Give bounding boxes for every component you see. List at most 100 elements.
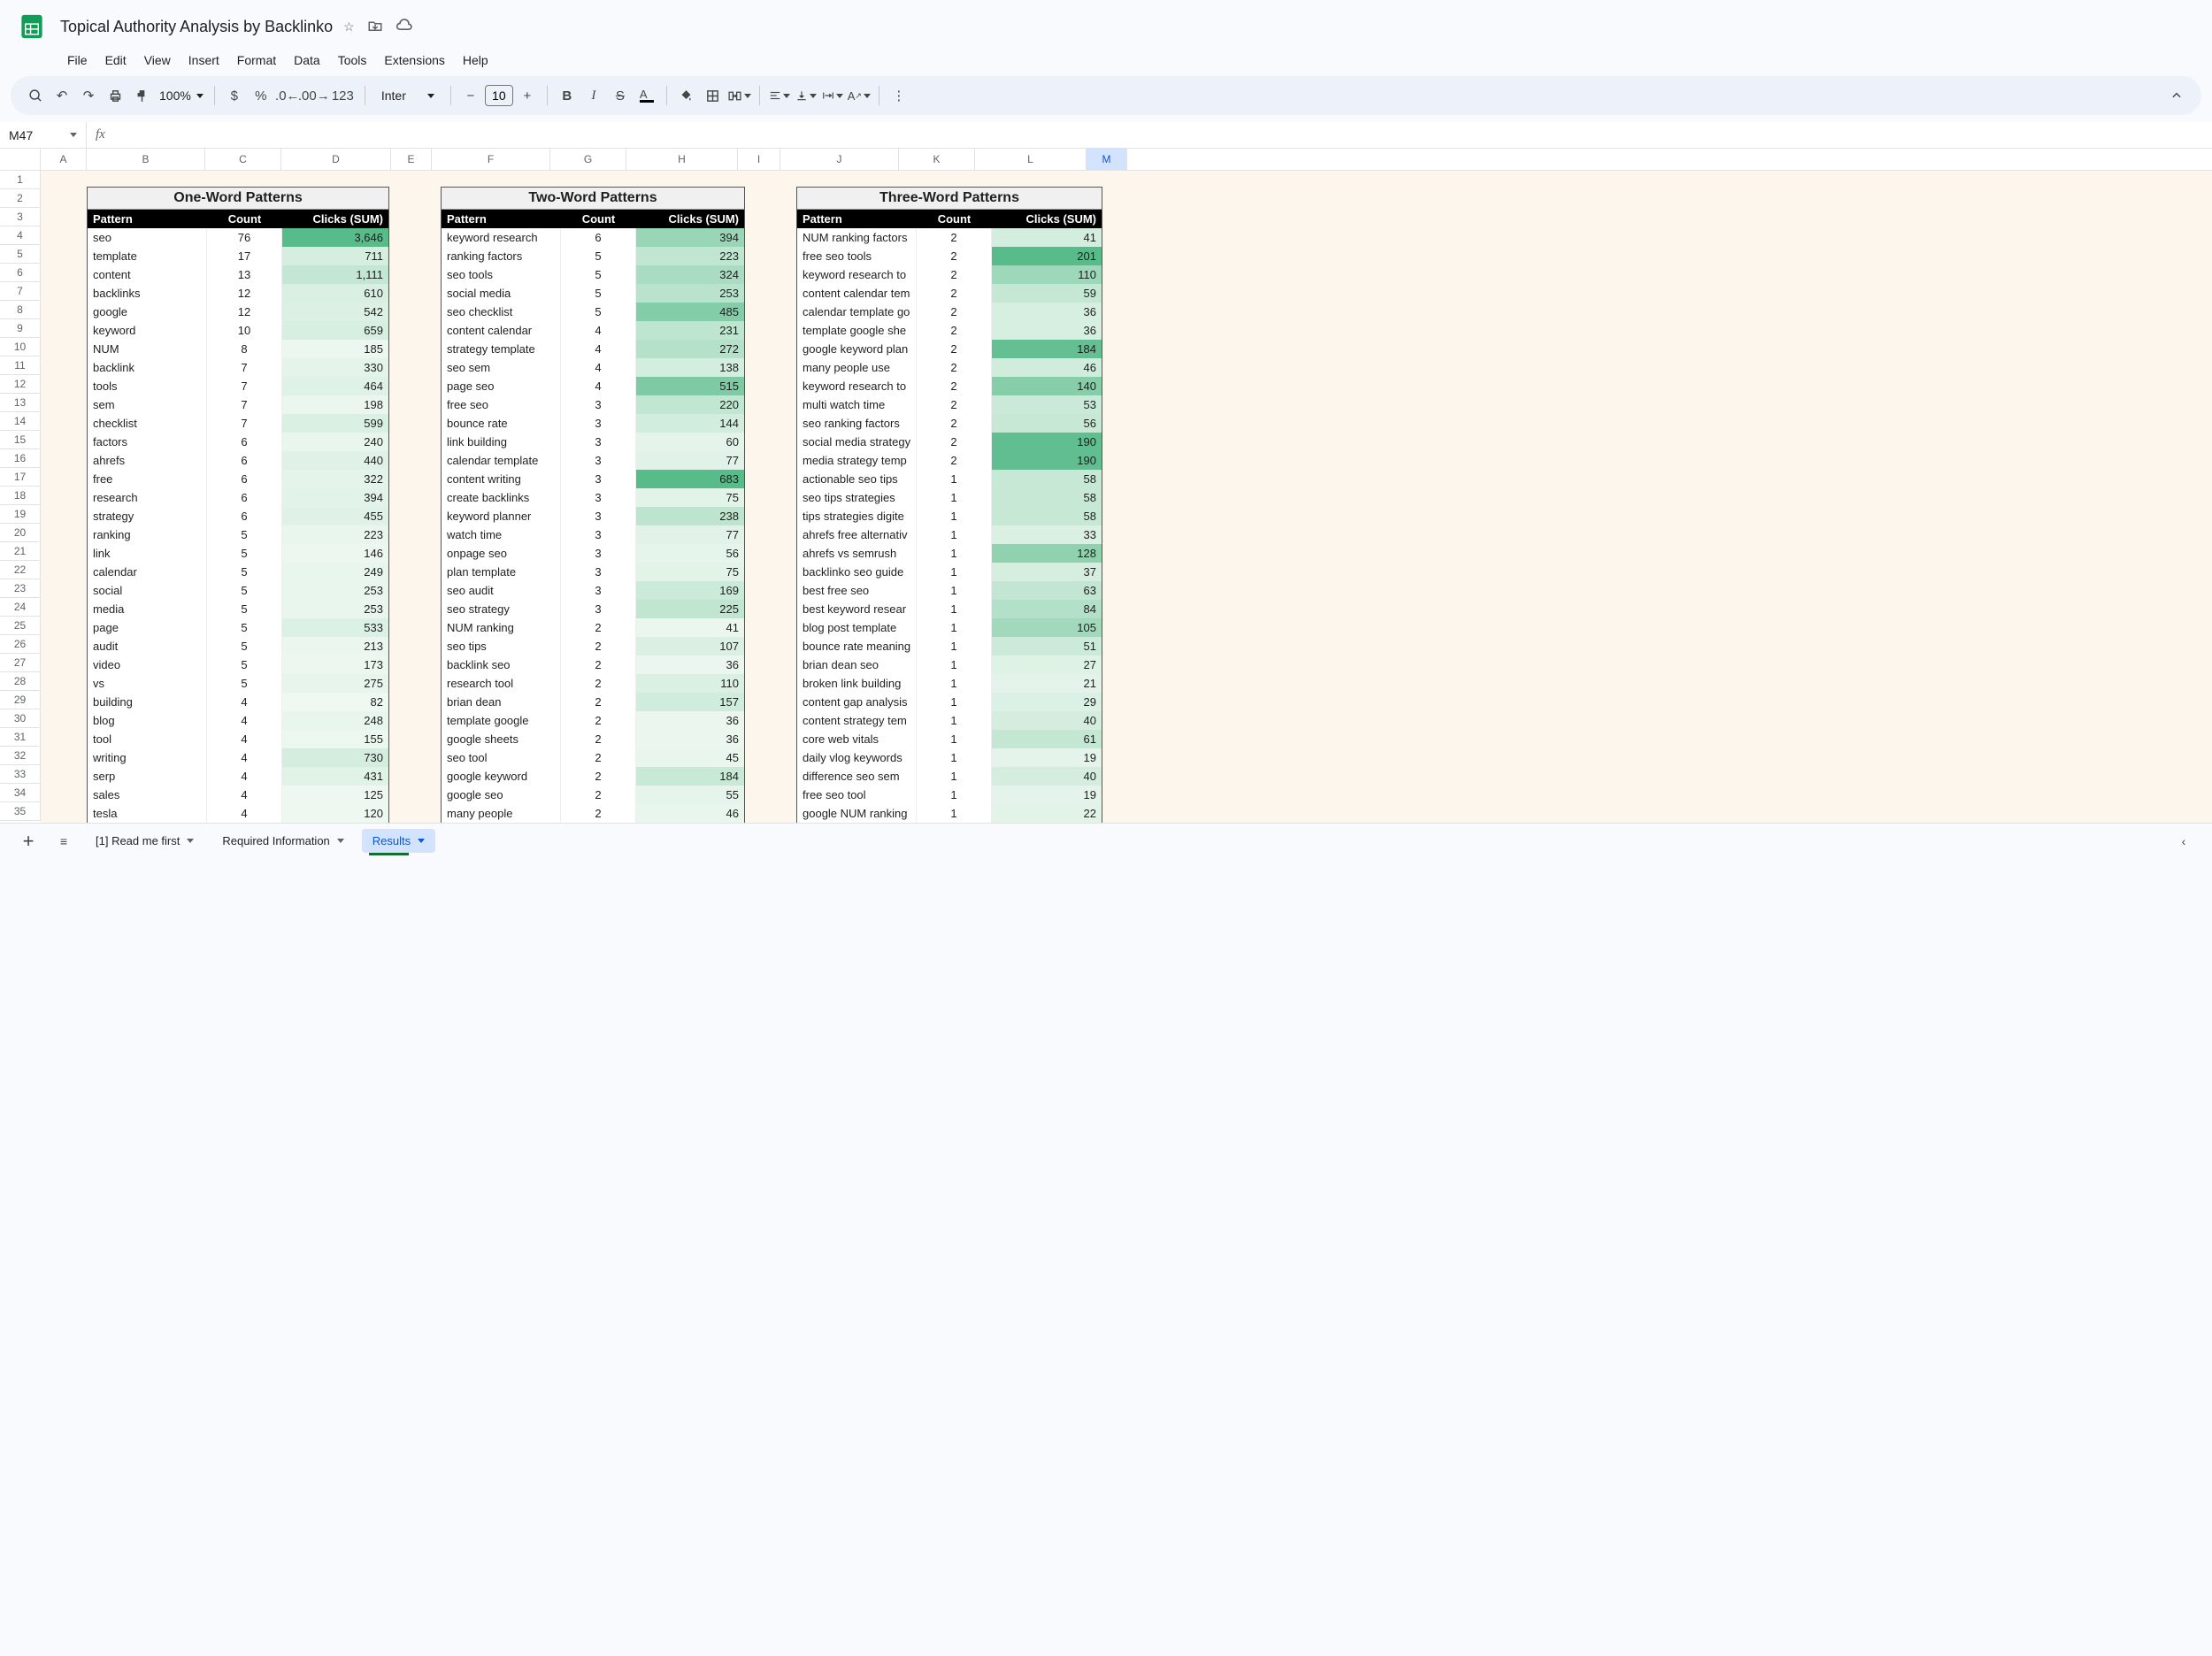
table-row[interactable]: seo763,646 (88, 228, 388, 247)
table-row[interactable]: backlinks12610 (88, 284, 388, 303)
table-row[interactable]: tesla4120 (88, 804, 388, 823)
row-header-31[interactable]: 31 (0, 728, 41, 747)
table-row[interactable]: plan template375 (442, 563, 744, 581)
print-icon[interactable] (103, 83, 127, 108)
col-header-G[interactable]: G (550, 149, 626, 170)
row-header-8[interactable]: 8 (0, 301, 41, 319)
table-row[interactable]: many people use246 (797, 358, 1102, 377)
menu-extensions[interactable]: Extensions (377, 50, 451, 71)
table-row[interactable]: strategy6455 (88, 507, 388, 525)
row-header-12[interactable]: 12 (0, 375, 41, 394)
row-header-13[interactable]: 13 (0, 394, 41, 412)
sheet-tab[interactable]: Results (362, 829, 435, 853)
row-header-11[interactable]: 11 (0, 356, 41, 375)
col-header-I[interactable]: I (738, 149, 780, 170)
row-header-30[interactable]: 30 (0, 709, 41, 728)
table-row[interactable]: page seo4515 (442, 377, 744, 395)
font-select[interactable]: Inter (373, 88, 443, 103)
table-row[interactable]: seo ranking factors256 (797, 414, 1102, 433)
table-row[interactable]: research6394 (88, 488, 388, 507)
table-row[interactable]: tips strategies digite158 (797, 507, 1102, 525)
table-row[interactable]: writing4730 (88, 748, 388, 767)
table-row[interactable]: NUM ranking241 (442, 618, 744, 637)
table-row[interactable]: research tool2110 (442, 674, 744, 693)
table-row[interactable]: ranking5223 (88, 525, 388, 544)
col-header-J[interactable]: J (780, 149, 899, 170)
table-row[interactable]: backlinko seo guide137 (797, 563, 1102, 581)
table-row[interactable]: calendar5249 (88, 563, 388, 581)
all-sheets-icon[interactable]: ≡ (50, 827, 78, 855)
col-header-L[interactable]: L (975, 149, 1087, 170)
table-row[interactable]: content calendar tem259 (797, 284, 1102, 303)
menu-file[interactable]: File (60, 50, 95, 71)
table-row[interactable]: seo audit3169 (442, 581, 744, 600)
table-row[interactable]: template google236 (442, 711, 744, 730)
row-header-3[interactable]: 3 (0, 208, 41, 226)
row-header-23[interactable]: 23 (0, 579, 41, 598)
table-row[interactable]: vs5275 (88, 674, 388, 693)
table-row[interactable]: bounce rate meaning151 (797, 637, 1102, 656)
table-row[interactable]: calendar template377 (442, 451, 744, 470)
table-row[interactable]: ranking factors5223 (442, 247, 744, 265)
row-header-34[interactable]: 34 (0, 784, 41, 802)
table-row[interactable]: link building360 (442, 433, 744, 451)
table-row[interactable]: blog post template1105 (797, 618, 1102, 637)
table-row[interactable]: backlink seo236 (442, 656, 744, 674)
row-header-32[interactable]: 32 (0, 747, 41, 765)
table-row[interactable]: keyword research6394 (442, 228, 744, 247)
font-size-input[interactable] (485, 85, 513, 106)
table-row[interactable]: strategy template4272 (442, 340, 744, 358)
row-header-22[interactable]: 22 (0, 561, 41, 579)
table-row[interactable]: audit5213 (88, 637, 388, 656)
table-row[interactable]: building482 (88, 693, 388, 711)
table-row[interactable]: best free seo163 (797, 581, 1102, 600)
col-header-D[interactable]: D (281, 149, 391, 170)
search-icon[interactable] (23, 83, 48, 108)
row-header-10[interactable]: 10 (0, 338, 41, 356)
table-row[interactable]: daily vlog keywords119 (797, 748, 1102, 767)
table-row[interactable]: checklist7599 (88, 414, 388, 433)
row-header-18[interactable]: 18 (0, 487, 41, 505)
sheet-tab[interactable]: [1] Read me first (85, 829, 204, 853)
select-all-cell[interactable] (0, 149, 41, 170)
table-row[interactable]: template17711 (88, 247, 388, 265)
sheet-tab[interactable]: Required Information (211, 829, 354, 853)
paint-format-icon[interactable] (129, 83, 154, 108)
row-header-20[interactable]: 20 (0, 524, 41, 542)
row-header-2[interactable]: 2 (0, 189, 41, 208)
table-row[interactable]: media strategy temp2190 (797, 451, 1102, 470)
col-header-M[interactable]: M (1087, 149, 1127, 170)
table-row[interactable]: social media5253 (442, 284, 744, 303)
table-row[interactable]: multi watch time253 (797, 395, 1102, 414)
table-row[interactable]: ahrefs vs semrush1128 (797, 544, 1102, 563)
table-row[interactable]: tool4155 (88, 730, 388, 748)
row-header-27[interactable]: 27 (0, 654, 41, 672)
table-row[interactable]: google seo255 (442, 786, 744, 804)
table-row[interactable]: media5253 (88, 600, 388, 618)
row-header-15[interactable]: 15 (0, 431, 41, 449)
table-row[interactable]: keyword10659 (88, 321, 388, 340)
table-row[interactable]: social media strategy2190 (797, 433, 1102, 451)
strikethrough-icon[interactable]: S (608, 83, 633, 108)
star-icon[interactable]: ☆ (343, 19, 355, 34)
decrease-decimal-icon[interactable]: .0← (275, 83, 300, 108)
table-row[interactable]: backlink7330 (88, 358, 388, 377)
table-row[interactable]: free seo tools2201 (797, 247, 1102, 265)
table-row[interactable]: tools7464 (88, 377, 388, 395)
move-icon[interactable] (367, 18, 383, 36)
table-row[interactable]: content calendar4231 (442, 321, 744, 340)
text-color-icon[interactable]: A (634, 83, 659, 108)
collapse-toolbar-icon[interactable] (2164, 83, 2189, 108)
table-row[interactable]: video5173 (88, 656, 388, 674)
menu-help[interactable]: Help (456, 50, 495, 71)
table-row[interactable]: google NUM ranking122 (797, 804, 1102, 823)
h-align-icon[interactable] (767, 83, 792, 108)
table-row[interactable]: ahrefs6440 (88, 451, 388, 470)
v-align-icon[interactable] (794, 83, 818, 108)
increase-decimal-icon[interactable]: .00→ (302, 83, 326, 108)
table-row[interactable]: broken link building121 (797, 674, 1102, 693)
table-row[interactable]: factors6240 (88, 433, 388, 451)
table-row[interactable]: create backlinks375 (442, 488, 744, 507)
undo-icon[interactable]: ↶ (50, 83, 74, 108)
col-header-H[interactable]: H (626, 149, 738, 170)
